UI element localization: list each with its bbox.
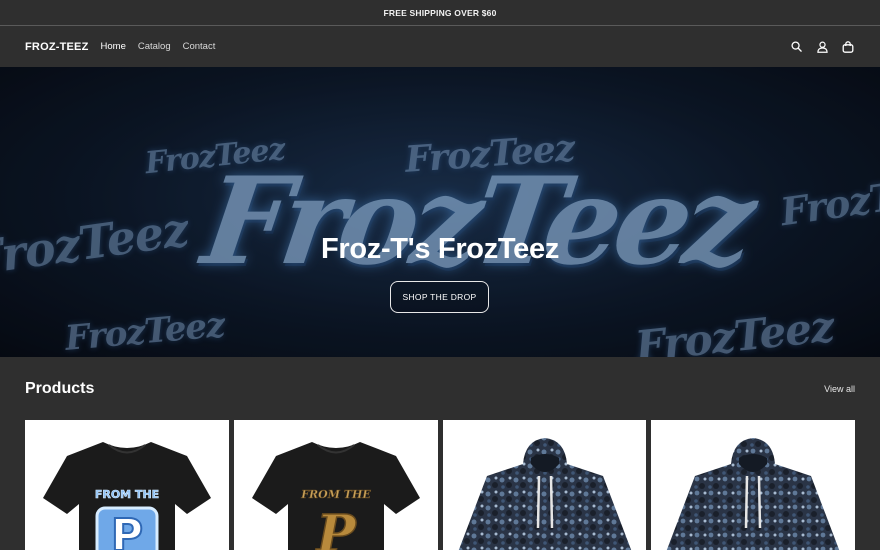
products-heading: Products (25, 379, 95, 397)
print-letter: P (314, 504, 357, 550)
nav-home[interactable]: Home (101, 41, 126, 52)
hero-banner: FrozTeez FrozTeez FrozTeez FrozTeez Froz… (0, 67, 880, 357)
brand-logo[interactable]: FROZ-TEEZ (25, 41, 89, 53)
product-grid: FROM THE P FROM THE P (25, 420, 855, 550)
cart-icon[interactable] (841, 40, 855, 54)
hoodie-camo-image (667, 438, 840, 550)
products-section: Products View all FROM THE P FROM THE P (0, 357, 880, 550)
hero-overlay (0, 67, 880, 357)
nav-contact[interactable]: Contact (183, 41, 216, 52)
product-card[interactable] (442, 420, 647, 550)
product-card[interactable] (651, 420, 855, 550)
account-icon[interactable] (815, 40, 829, 54)
announcement-bar: FREE SHIPPING OVER $60 (0, 0, 880, 26)
header-icons (789, 40, 855, 54)
tshirt-blue-p-image: FROM THE P (43, 442, 211, 550)
print-text: FROM THE (95, 488, 159, 501)
hero-title: Froz-T's FrozTeez (320, 233, 560, 265)
view-all-link[interactable]: View all (824, 384, 855, 394)
search-icon[interactable] (789, 40, 803, 54)
print-text: FROM THE (300, 488, 371, 501)
announcement-text: FREE SHIPPING OVER $60 (383, 7, 497, 18)
print-letter: P (111, 510, 143, 550)
product-card[interactable]: FROM THE P (25, 420, 229, 550)
tshirt-gold-p-image: FROM THE P (251, 442, 420, 550)
hoodie-camo-image (458, 438, 631, 550)
site-header: FROZ-TEEZ Home Catalog Contact (0, 26, 880, 67)
main-nav: Home Catalog Contact (101, 41, 216, 52)
nav-catalog[interactable]: Catalog (138, 41, 171, 52)
product-card[interactable]: FROM THE P (233, 420, 438, 550)
shop-the-drop-button[interactable]: SHOP THE DROP (390, 281, 489, 313)
products-header: Products View all (25, 357, 855, 420)
